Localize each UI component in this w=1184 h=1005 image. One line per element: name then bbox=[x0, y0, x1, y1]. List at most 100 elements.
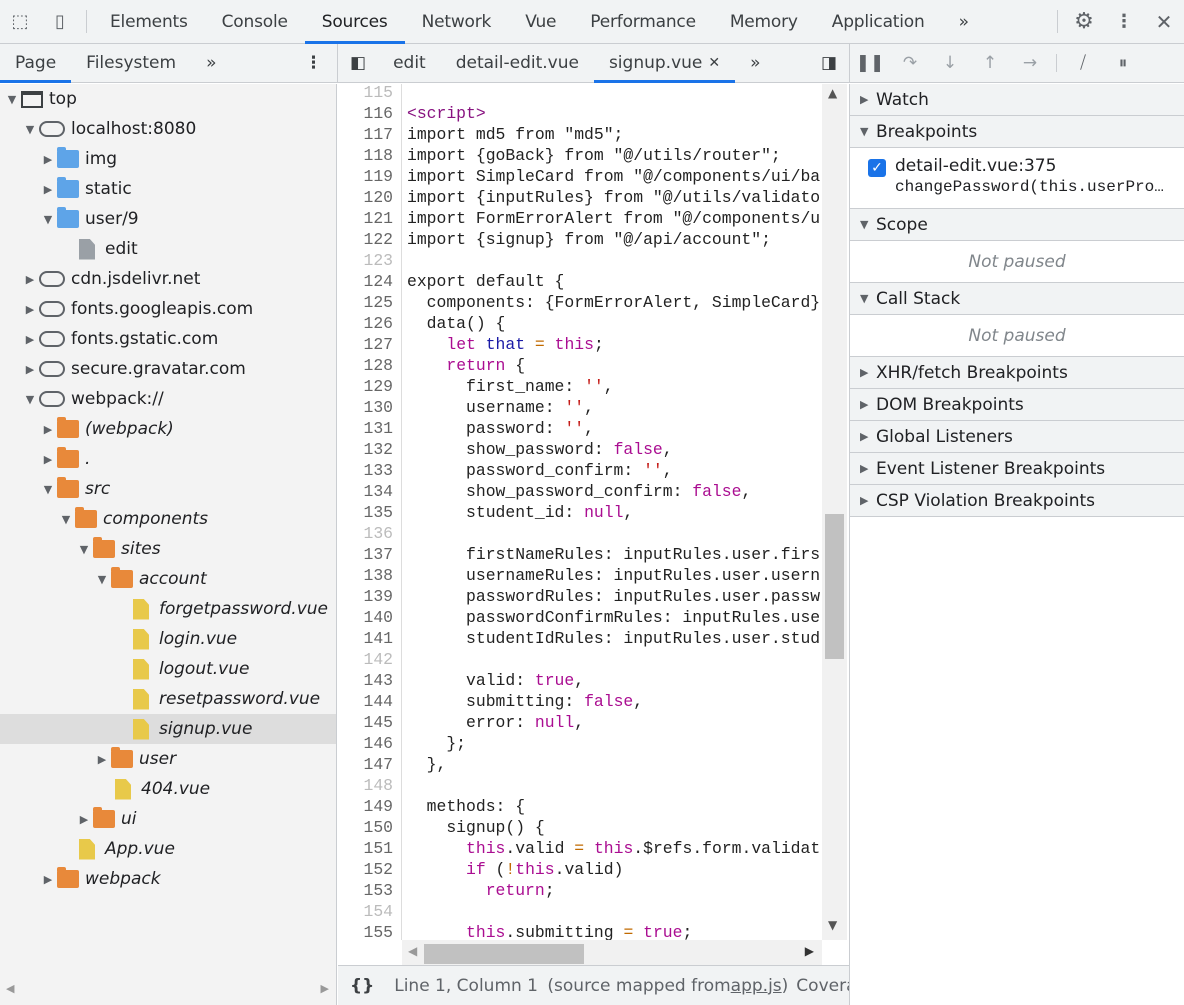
code-line[interactable]: this.submitting = true; bbox=[407, 922, 692, 940]
gear-icon[interactable]: ⚙ bbox=[1064, 0, 1104, 43]
line-number[interactable]: 132 bbox=[363, 439, 393, 460]
triangle-right-icon[interactable]: ▶ bbox=[39, 183, 57, 196]
line-number[interactable]: 115 bbox=[363, 84, 393, 103]
line-number[interactable]: 117 bbox=[363, 124, 393, 145]
horizontal-scrollbar[interactable]: ◀ ▶ bbox=[402, 940, 822, 965]
vertical-scrollbar[interactable]: ▲ ▼ bbox=[822, 84, 847, 940]
tab-application[interactable]: Application bbox=[815, 0, 942, 43]
line-number[interactable]: 125 bbox=[363, 292, 393, 313]
tree-item[interactable]: ▼ sites bbox=[0, 534, 336, 564]
triangle-right-icon[interactable]: ▶ bbox=[39, 453, 57, 466]
line-number[interactable]: 126 bbox=[363, 313, 393, 334]
triangle-down-icon[interactable]: ▼ bbox=[57, 513, 75, 526]
tab-filesystem[interactable]: Filesystem bbox=[71, 44, 191, 82]
collapsed-section-header[interactable]: ▶ Event Listener Breakpoints bbox=[850, 453, 1184, 485]
line-number[interactable]: 124 bbox=[363, 271, 393, 292]
code-line[interactable]: passwordRules: inputRules.user.passw bbox=[407, 586, 820, 607]
triangle-right-icon[interactable]: ▶ bbox=[21, 273, 39, 286]
tree-item[interactable]: login.vue bbox=[0, 624, 336, 654]
code-line[interactable]: if (!this.valid) bbox=[407, 859, 623, 880]
triangle-down-icon[interactable]: ▼ bbox=[3, 93, 21, 106]
line-number[interactable]: 135 bbox=[363, 502, 393, 523]
tab-vue[interactable]: Vue bbox=[508, 0, 573, 43]
tab-performance[interactable]: Performance bbox=[573, 0, 713, 43]
tree-item[interactable]: ▶ (webpack) bbox=[0, 414, 336, 444]
triangle-right-icon[interactable]: ▶ bbox=[39, 873, 57, 886]
tree-item[interactable]: ▼ top bbox=[0, 84, 336, 114]
editor-tab[interactable]: edit bbox=[378, 44, 441, 82]
code-line[interactable]: passwordConfirmRules: inputRules.use bbox=[407, 607, 820, 628]
line-number[interactable]: 145 bbox=[363, 712, 393, 733]
step-icon[interactable]: → bbox=[1010, 44, 1050, 82]
line-number-gutter[interactable]: 115 116 117 118 119 120 121 122 123 124 125 126 127 1… bbox=[338, 84, 402, 940]
code-line[interactable]: password_confirm: '', bbox=[407, 460, 673, 481]
triangle-down-icon[interactable]: ▼ bbox=[75, 543, 93, 556]
source-map-link[interactable]: app.js bbox=[731, 976, 782, 996]
editor-tab[interactable]: detail-edit.vue bbox=[441, 44, 594, 82]
triangle-right-icon[interactable]: ▶ bbox=[93, 753, 111, 766]
code-line[interactable]: signup() { bbox=[407, 817, 544, 838]
line-number[interactable]: 137 bbox=[363, 544, 393, 565]
line-number[interactable]: 139 bbox=[363, 586, 393, 607]
line-number[interactable]: 131 bbox=[363, 418, 393, 439]
triangle-right-icon[interactable]: ▶ bbox=[75, 813, 93, 826]
code-line[interactable]: firstNameRules: inputRules.user.firs bbox=[407, 544, 820, 565]
more-tabs-icon[interactable]: » bbox=[942, 0, 986, 43]
pause-on-exceptions-icon[interactable]: ⏸ bbox=[1103, 44, 1143, 82]
tree-item[interactable]: ▼ webpack:// bbox=[0, 384, 336, 414]
toggle-navigator-icon[interactable]: ◧ bbox=[338, 44, 378, 82]
line-number[interactable]: 143 bbox=[363, 670, 393, 691]
code-line[interactable]: return { bbox=[407, 355, 525, 376]
more-navigator-tabs-icon[interactable]: » bbox=[191, 44, 231, 82]
tree-item[interactable]: ▶ user bbox=[0, 744, 336, 774]
line-number[interactable]: 151 bbox=[363, 838, 393, 859]
code-line[interactable]: error: null, bbox=[407, 712, 584, 733]
breakpoint-item[interactable]: ✓ detail-edit.vue:375 changePassword(thi… bbox=[850, 148, 1184, 209]
more-vertical-icon[interactable]: ⋮ bbox=[290, 44, 337, 82]
scrollbar-thumb[interactable] bbox=[825, 514, 844, 659]
tree-item[interactable]: ▼ user/9 bbox=[0, 204, 336, 234]
triangle-right-icon[interactable]: ▶ bbox=[21, 363, 39, 376]
code-editor[interactable]: 115 116 117 118 119 120 121 122 123 124 125 126 127 1… bbox=[338, 84, 849, 965]
deactivate-breakpoints-icon[interactable]: ⧸ bbox=[1063, 44, 1103, 82]
collapsed-section-header[interactable]: ▶ XHR/fetch Breakpoints bbox=[850, 357, 1184, 389]
code-line[interactable]: student_id: null, bbox=[407, 502, 633, 523]
editor-tab[interactable]: signup.vue ✕ bbox=[593, 44, 736, 83]
tab-memory[interactable]: Memory bbox=[713, 0, 815, 43]
tree-item[interactable]: ▼ localhost:8080 bbox=[0, 114, 336, 144]
triangle-down-icon[interactable]: ▼ bbox=[93, 573, 111, 586]
line-number[interactable]: 128 bbox=[363, 355, 393, 376]
step-into-icon[interactable]: ↓ bbox=[930, 44, 970, 82]
breakpoint-checkbox[interactable]: ✓ bbox=[868, 159, 886, 177]
tree-item[interactable]: ▶ cdn.jsdelivr.net bbox=[0, 264, 336, 294]
tree-item[interactable]: ▶ webpack bbox=[0, 864, 336, 894]
tab-sources[interactable]: Sources bbox=[304, 0, 405, 44]
code-line[interactable]: import FormErrorAlert from "@/components… bbox=[407, 208, 820, 229]
code-line[interactable]: export default { bbox=[407, 271, 564, 292]
pretty-print-icon[interactable]: {} bbox=[338, 976, 394, 996]
triangle-right-icon[interactable]: ▶ bbox=[39, 153, 57, 166]
tree-item[interactable]: ▼ components bbox=[0, 504, 336, 534]
line-number[interactable]: 154 bbox=[363, 901, 393, 922]
code-line[interactable]: show_password_confirm: false, bbox=[407, 481, 751, 502]
tab-page[interactable]: Page bbox=[0, 44, 72, 83]
line-number[interactable]: 148 bbox=[363, 775, 393, 796]
code-line[interactable]: valid: true, bbox=[407, 670, 584, 691]
toggle-debugger-icon[interactable]: ◨ bbox=[809, 44, 849, 82]
code-line[interactable]: }; bbox=[407, 733, 466, 754]
code-line[interactable]: return; bbox=[407, 880, 555, 901]
code-line[interactable]: <script> bbox=[407, 103, 486, 124]
code-content[interactable]: <script> import md5 from "md5"; import {go… bbox=[407, 84, 822, 940]
call-stack-section-header[interactable]: ▼ Call Stack bbox=[850, 283, 1184, 315]
tree-item[interactable]: ▶ secure.gravatar.com bbox=[0, 354, 336, 384]
tree-item[interactable]: ▶ img bbox=[0, 144, 336, 174]
triangle-down-icon[interactable]: ▼ bbox=[39, 483, 57, 496]
line-number[interactable]: 123 bbox=[363, 250, 393, 271]
line-number[interactable]: 142 bbox=[363, 649, 393, 670]
code-line[interactable]: data() { bbox=[407, 313, 506, 334]
code-line[interactable]: import {inputRules} from "@/utils/valida… bbox=[407, 187, 820, 208]
code-line[interactable]: first_name: '', bbox=[407, 376, 614, 397]
more-editor-tabs-icon[interactable]: » bbox=[735, 44, 775, 82]
collapsed-section-header[interactable]: ▶ Global Listeners bbox=[850, 421, 1184, 453]
line-number[interactable]: 141 bbox=[363, 628, 393, 649]
